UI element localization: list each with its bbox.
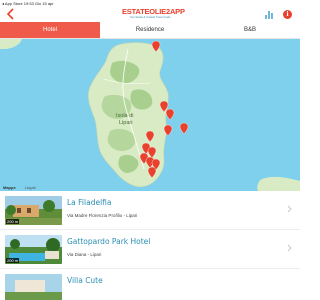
hotel-thumbnail: 200 m xyxy=(5,235,62,264)
tab-residence[interactable]: Residence xyxy=(100,22,200,38)
tab-hotel[interactable]: Hotel xyxy=(0,22,100,38)
logo-subtitle: Your Estate & Coastal Travel Guide xyxy=(129,16,171,19)
hotel-name: Villa Cute xyxy=(67,276,103,285)
list-item[interactable]: 200 m Gattopardo Park Hotel Via Diana - … xyxy=(0,230,300,269)
hotel-thumbnail xyxy=(5,274,62,300)
logo-title: ESTATEOLIE2APP xyxy=(122,7,185,16)
status-bar-left: ◂ App Store 19:53 Gio 15 apr xyxy=(2,1,54,6)
tab-bnb[interactable]: B&B xyxy=(200,22,300,38)
map-credit-legal: Legali xyxy=(24,185,36,190)
list-item[interactable]: 200 m La Filadelfia Via Madre Florenzia … xyxy=(0,191,300,230)
category-tabs: Hotel Residence B&B xyxy=(0,22,300,39)
back-arrow-icon[interactable] xyxy=(6,8,16,20)
list-item[interactable]: Villa Cute xyxy=(0,269,300,300)
app-logo: ESTATEOLIE2APP Your Estate & Coastal Tra… xyxy=(122,7,185,20)
info-icon[interactable]: i xyxy=(283,10,292,19)
island-label-line1: Isola di xyxy=(116,113,133,119)
map-pin xyxy=(179,122,189,135)
map-graphic: Isola di Lipari xyxy=(0,39,300,191)
map-credit-brand: Mappe xyxy=(3,185,16,190)
hotel-thumbnail: 200 m xyxy=(5,196,62,225)
hotel-address: Via Madre Florenzia Profilio - Lipari xyxy=(67,213,138,218)
chevron-right-icon xyxy=(287,244,292,252)
island-vulcano xyxy=(257,176,300,191)
map-pin xyxy=(165,108,175,121)
island-salina xyxy=(0,39,22,49)
hotel-name: Gattopardo Park Hotel xyxy=(67,237,151,246)
distance-badge: 200 m xyxy=(6,219,20,224)
map-credit[interactable]: Mappe Legali xyxy=(3,185,35,190)
nav-header: ESTATEOLIE2APP Your Estate & Coastal Tra… xyxy=(0,7,300,22)
bar-chart-icon[interactable] xyxy=(265,11,273,19)
hotel-name: La Filadelfia xyxy=(67,198,112,207)
chevron-right-icon xyxy=(287,205,292,213)
hotel-list: 200 m La Filadelfia Via Madre Florenzia … xyxy=(0,191,300,300)
status-bar: ◂ App Store 19:53 Gio 15 apr xyxy=(0,0,300,7)
distance-badge: 200 m xyxy=(6,258,20,263)
island-label-line2: Lipari xyxy=(119,120,132,126)
hotel-address: Via Diana - Lipari xyxy=(67,252,102,257)
map-view[interactable]: Isola di Lipari Mappe Legali xyxy=(0,39,300,191)
